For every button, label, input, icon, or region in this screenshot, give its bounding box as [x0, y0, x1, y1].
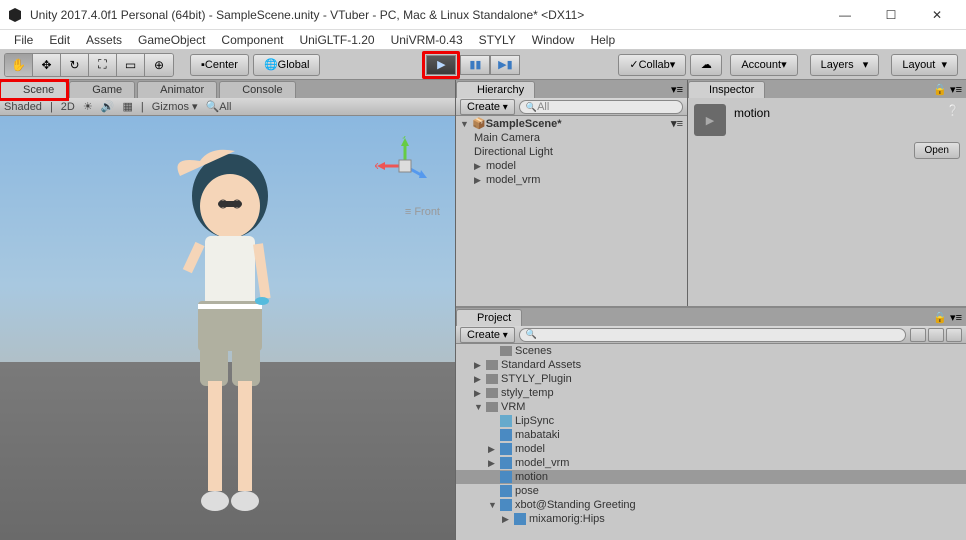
tab-console[interactable]: Console: [219, 81, 295, 98]
project-item[interactable]: ▼xbot@Standing Greeting: [456, 498, 966, 512]
hierarchy-item[interactable]: Main Camera: [456, 131, 687, 145]
pause-button[interactable]: ▮▮: [460, 55, 490, 75]
gizmos-dropdown[interactable]: Gizmos ▾: [152, 100, 198, 113]
account-button[interactable]: Account ▾: [730, 54, 797, 76]
menu-univrm[interactable]: UniVRM-0.43: [383, 31, 471, 49]
collab-button[interactable]: ✓ Collab ▾: [618, 54, 686, 76]
project-item[interactable]: mabataki: [456, 428, 966, 442]
titlebar: Unity 2017.4.0f1 Personal (64bit) - Samp…: [0, 0, 966, 30]
hierarchy-item[interactable]: ▶model: [456, 159, 687, 173]
minimize-button[interactable]: —: [822, 0, 868, 30]
menu-help[interactable]: Help: [582, 31, 623, 49]
project-item[interactable]: ▶mixamorig:Hips: [456, 512, 966, 526]
step-button[interactable]: ▶▮: [490, 55, 520, 75]
light-toggle[interactable]: ☀: [83, 100, 93, 113]
save-icon[interactable]: [946, 328, 962, 342]
rect-tool-button[interactable]: ▭: [117, 54, 145, 76]
project-tree[interactable]: Scenes▶Standard Assets▶STYLY_Plugin▶styl…: [456, 344, 966, 540]
menu-file[interactable]: File: [6, 31, 41, 49]
project-item[interactable]: ▶STYLY_Plugin: [456, 372, 966, 386]
scene-root[interactable]: ▼📦 SampleScene*▾≡: [456, 116, 687, 131]
scale-tool-button[interactable]: ⛶: [89, 54, 117, 76]
hierarchy-search[interactable]: 🔍All: [519, 100, 683, 114]
project-item[interactable]: LipSync: [456, 414, 966, 428]
pivot-global-button[interactable]: 🌐 Global: [253, 54, 321, 76]
shading-mode[interactable]: Shaded: [4, 101, 42, 113]
view-label: ≡ Front: [405, 206, 440, 218]
close-button[interactable]: ✕: [914, 0, 960, 30]
orientation-gizmo[interactable]: y x: [375, 136, 435, 196]
tab-inspector[interactable]: Inspector: [688, 81, 765, 98]
svg-text:y: y: [402, 136, 408, 139]
fav-icon[interactable]: [928, 328, 944, 342]
menu-styly[interactable]: STYLY: [471, 31, 524, 49]
hierarchy-tree[interactable]: ▼📦 SampleScene*▾≡ Main Camera Directiona…: [456, 116, 687, 306]
menu-gameobject[interactable]: GameObject: [130, 31, 213, 49]
help-icon[interactable]: ❔: [946, 104, 960, 117]
project-item[interactable]: ▼VRM: [456, 400, 966, 414]
menu-unigltf[interactable]: UniGLTF-1.20: [291, 31, 382, 49]
menu-assets[interactable]: Assets: [78, 31, 130, 49]
scene-toolbar: Shaded | 2D ☀ 🔊 ▦ | Gizmos ▾ 🔍All: [0, 98, 455, 116]
transform-tool-button[interactable]: ⊕: [145, 54, 173, 76]
scene-panel: Scene Game Animator Console Shaded | 2D …: [0, 80, 456, 540]
maximize-button[interactable]: ☐: [868, 0, 914, 30]
audio-toggle[interactable]: 🔊: [101, 100, 115, 113]
play-button[interactable]: ▶: [426, 55, 456, 75]
tab-animator[interactable]: Animator: [137, 81, 217, 98]
cloud-button[interactable]: ☁: [690, 54, 722, 76]
hierarchy-item[interactable]: ▶model_vrm: [456, 173, 687, 187]
project-search[interactable]: 🔍: [519, 328, 906, 342]
asset-name: motion: [734, 104, 938, 120]
scene-viewport[interactable]: y x ≡ Front: [0, 116, 455, 540]
layers-button[interactable]: Layers ▾: [810, 54, 880, 76]
hierarchy-item[interactable]: Directional Light: [456, 145, 687, 159]
project-item[interactable]: pose: [456, 484, 966, 498]
menu-component[interactable]: Component: [213, 31, 291, 49]
hand-tool-button[interactable]: ✋: [5, 54, 33, 76]
play-highlight: ▶: [422, 51, 460, 79]
unity-logo-icon: [6, 6, 24, 24]
pivot-center-button[interactable]: ▪ Center: [190, 54, 249, 76]
menubar: File Edit Assets GameObject Component Un…: [0, 30, 966, 50]
project-panel: Project🔒 ▾≡ Create ▾ 🔍 Scenes▶Standard A…: [456, 306, 966, 540]
filter-icon[interactable]: [910, 328, 926, 342]
menu-edit[interactable]: Edit: [41, 31, 78, 49]
svg-text:x: x: [375, 160, 379, 172]
project-item[interactable]: motion: [456, 470, 966, 484]
project-item[interactable]: ▶model: [456, 442, 966, 456]
project-item[interactable]: Scenes: [456, 344, 966, 358]
layout-button[interactable]: Layout ▾: [891, 54, 958, 76]
scene-search[interactable]: 🔍All: [206, 100, 232, 113]
rotate-tool-button[interactable]: ↻: [61, 54, 89, 76]
tab-hierarchy[interactable]: Hierarchy: [456, 81, 535, 98]
toolbar: ✋ ✥ ↻ ⛶ ▭ ⊕ ▪ Center 🌐 Global ▶ ▮▮ ▶▮ ✓ …: [0, 50, 966, 80]
project-item[interactable]: ▶styly_temp: [456, 386, 966, 400]
tab-scene[interactable]: Scene: [0, 81, 67, 98]
inspector-panel: Inspector🔒 ▾≡ ▶ motion ❔ Open: [688, 80, 966, 306]
asset-type-icon: ▶: [694, 104, 726, 136]
project-item[interactable]: ▶model_vrm: [456, 456, 966, 470]
character-model: [140, 136, 320, 536]
hierarchy-panel: Hierarchy▾≡ Create ▾ 🔍All ▼📦 SampleScene…: [456, 80, 688, 306]
move-tool-button[interactable]: ✥: [33, 54, 61, 76]
open-button[interactable]: Open: [914, 142, 960, 159]
fx-toggle[interactable]: ▦: [122, 100, 132, 113]
hierarchy-create-button[interactable]: Create ▾: [460, 99, 515, 115]
transform-tools: ✋ ✥ ↻ ⛶ ▭ ⊕: [4, 53, 174, 77]
project-create-button[interactable]: Create ▾: [460, 327, 515, 343]
project-item[interactable]: ▶Standard Assets: [456, 358, 966, 372]
2d-toggle[interactable]: 2D: [61, 101, 75, 113]
window-title: Unity 2017.4.0f1 Personal (64bit) - Samp…: [30, 8, 822, 22]
tab-project[interactable]: Project: [456, 309, 522, 326]
menu-window[interactable]: Window: [524, 31, 583, 49]
tab-game[interactable]: Game: [69, 81, 135, 98]
